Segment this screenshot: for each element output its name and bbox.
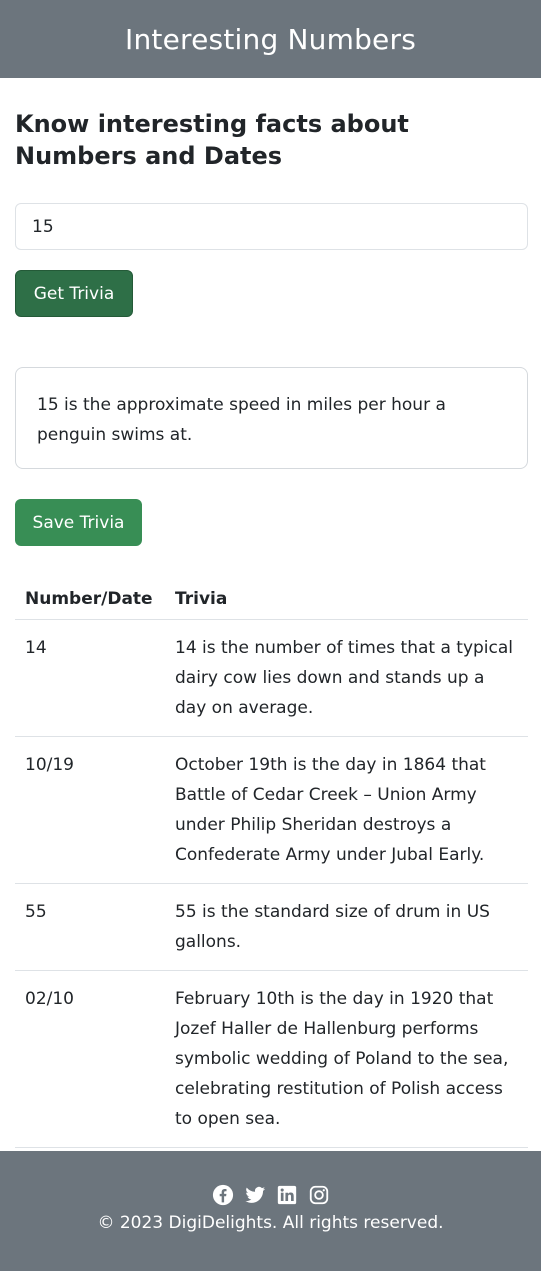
app-header: Interesting Numbers [0, 0, 541, 78]
row-trivia: 55 is the standard size of drum in US ga… [165, 883, 528, 971]
facebook-icon[interactable] [212, 1184, 234, 1206]
page-footer: © 2023 DigiDelights. All rights reserved… [0, 1151, 541, 1271]
table-row: 14 14 is the number of times that a typi… [15, 619, 528, 737]
table-row: 02/10 February 10th is the day in 1920 t… [15, 970, 528, 1148]
table-header-row: Number/Date Trivia [15, 583, 528, 620]
number-input[interactable] [15, 203, 528, 250]
trivia-result-card: 15 is the approximate speed in miles per… [15, 367, 528, 469]
table-row: 55 55 is the standard size of drum in US… [15, 883, 528, 971]
linkedin-icon[interactable] [276, 1184, 298, 1206]
saved-trivia-table: Number/Date Trivia 14 14 is the number o… [15, 583, 528, 1148]
row-number-date: 10/19 [15, 736, 165, 884]
row-trivia: February 10th is the day in 1920 that Jo… [165, 970, 528, 1148]
twitter-icon[interactable] [244, 1184, 266, 1206]
instagram-icon[interactable] [308, 1184, 330, 1206]
table-row: 10/19 October 19th is the day in 1864 th… [15, 736, 528, 884]
app-title: Interesting Numbers [125, 22, 416, 56]
column-header-trivia: Trivia [165, 583, 528, 620]
row-number-date: 14 [15, 619, 165, 737]
row-trivia: 14 is the number of times that a typical… [165, 619, 528, 737]
row-number-date: 55 [15, 883, 165, 971]
social-icons [0, 1184, 541, 1206]
save-trivia-button[interactable]: Save Trivia [15, 499, 142, 546]
get-trivia-button[interactable]: Get Trivia [15, 270, 133, 317]
row-trivia: October 19th is the day in 1864 that Bat… [165, 736, 528, 884]
copyright-text: © 2023 DigiDelights. All rights reserved… [97, 1213, 444, 1233]
page-heading: Know interesting facts about Numbers and… [15, 110, 409, 170]
row-number-date: 02/10 [15, 970, 165, 1148]
column-header-number-date: Number/Date [15, 583, 165, 620]
trivia-result-text: 15 is the approximate speed in miles per… [37, 395, 446, 445]
